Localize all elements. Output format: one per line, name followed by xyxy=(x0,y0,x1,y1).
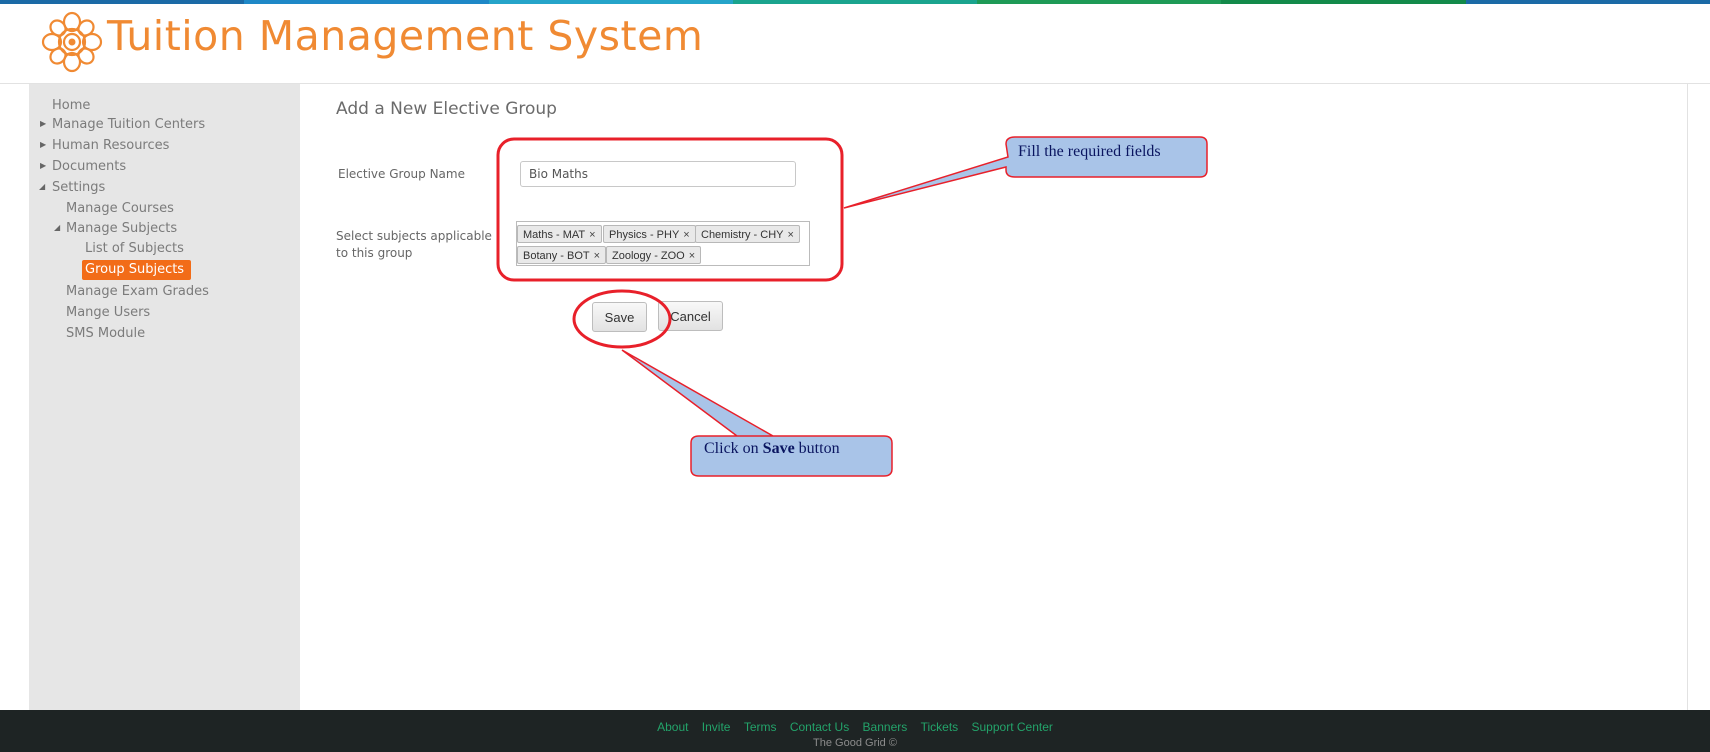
flower-logo-icon xyxy=(41,11,103,73)
sidebar-item-manage-tuition-centers[interactable]: Manage Tuition Centers xyxy=(52,117,205,132)
sidebar-item-settings[interactable]: Settings xyxy=(52,180,105,195)
app-title: Tuition Management System xyxy=(107,12,704,60)
footer-link-banners[interactable]: Banners xyxy=(863,720,908,734)
caret-right-icon[interactable]: ▶ xyxy=(40,119,46,128)
save-button[interactable]: Save xyxy=(592,302,647,332)
subject-tag: Maths - MAT × xyxy=(517,225,602,243)
sidebar-item-manage-courses[interactable]: Manage Courses xyxy=(66,201,174,216)
sidebar-item-sms-module[interactable]: SMS Module xyxy=(66,326,145,341)
cancel-button[interactable]: Cancel xyxy=(658,301,723,331)
footer-link-terms[interactable]: Terms xyxy=(744,720,777,734)
caret-right-icon[interactable]: ▶ xyxy=(40,161,46,170)
subjects-label-line2: to this group xyxy=(336,246,413,260)
remove-tag-icon[interactable]: × xyxy=(589,229,595,241)
subject-tag-label: Zoology - ZOO xyxy=(612,250,685,262)
sidebar-item-mange-users[interactable]: Mange Users xyxy=(66,305,150,320)
caret-down-icon[interactable]: ◢ xyxy=(54,223,60,232)
footer-link-invite[interactable]: Invite xyxy=(702,720,731,734)
page-title: Add a New Elective Group xyxy=(336,99,557,119)
footer-links: About Invite Terms Contact Us Banners Ti… xyxy=(0,720,1710,734)
subjects-multiselect[interactable]: Maths - MAT × Physics - PHY × Chemistry - … xyxy=(516,221,810,266)
subject-tag: Zoology - ZOO × xyxy=(606,246,702,264)
sidebar-item-list-of-subjects[interactable]: List of Subjects xyxy=(85,241,184,256)
sidebar-nav: Home ▶ Manage Tuition Centers ▶ Human Re… xyxy=(29,84,300,710)
subject-tag: Botany - BOT × xyxy=(517,246,607,264)
remove-tag-icon[interactable]: × xyxy=(683,229,689,241)
sidebar-item-human-resources[interactable]: Human Resources xyxy=(52,138,169,153)
sidebar-item-group-subjects[interactable]: Group Subjects xyxy=(82,260,192,280)
remove-tag-icon[interactable]: × xyxy=(788,229,794,241)
subject-tag-label: Maths - MAT xyxy=(523,229,586,241)
sidebar-item-home[interactable]: Home xyxy=(52,98,90,113)
subjects-label-line1: Select subjects applicable xyxy=(336,229,492,243)
remove-tag-icon[interactable]: × xyxy=(594,250,600,262)
callout-click-save-prefix: Click on xyxy=(704,440,763,457)
group-name-input[interactable] xyxy=(520,161,796,187)
remove-tag-icon[interactable]: × xyxy=(689,250,695,262)
subject-tag-label: Chemistry - CHY xyxy=(701,229,784,241)
footer-link-support-center[interactable]: Support Center xyxy=(972,720,1053,734)
subject-tag-label: Physics - PHY xyxy=(609,229,680,241)
group-name-label: Elective Group Name xyxy=(338,167,465,181)
sidebar-item-manage-subjects[interactable]: Manage Subjects xyxy=(66,221,177,236)
page-footer: About Invite Terms Contact Us Banners Ti… xyxy=(0,710,1710,752)
callout-click-save-bold: Save xyxy=(762,440,795,457)
subject-tag-label: Botany - BOT xyxy=(523,250,590,262)
footer-link-about[interactable]: About xyxy=(657,720,688,734)
footer-link-contact-us[interactable]: Contact Us xyxy=(790,720,849,734)
sidebar-item-documents[interactable]: Documents xyxy=(52,159,126,174)
footer-copyright: The Good Grid © xyxy=(813,737,897,749)
callout-click-save-suffix: button xyxy=(794,440,840,457)
footer-link-tickets[interactable]: Tickets xyxy=(921,720,959,734)
content-divider xyxy=(1687,84,1688,710)
callout-fill-fields-text: Fill the required fields xyxy=(1018,143,1161,160)
sidebar-item-manage-exam-grades[interactable]: Manage Exam Grades xyxy=(66,284,209,299)
callout-click-save-text: Click on Save button xyxy=(704,440,840,458)
subject-tag: Chemistry - CHY × xyxy=(695,225,800,243)
caret-right-icon[interactable]: ▶ xyxy=(40,140,46,149)
app-header: Tuition Management System xyxy=(0,4,1710,84)
caret-down-icon[interactable]: ◢ xyxy=(39,182,45,191)
subject-tag: Physics - PHY × xyxy=(603,225,696,243)
